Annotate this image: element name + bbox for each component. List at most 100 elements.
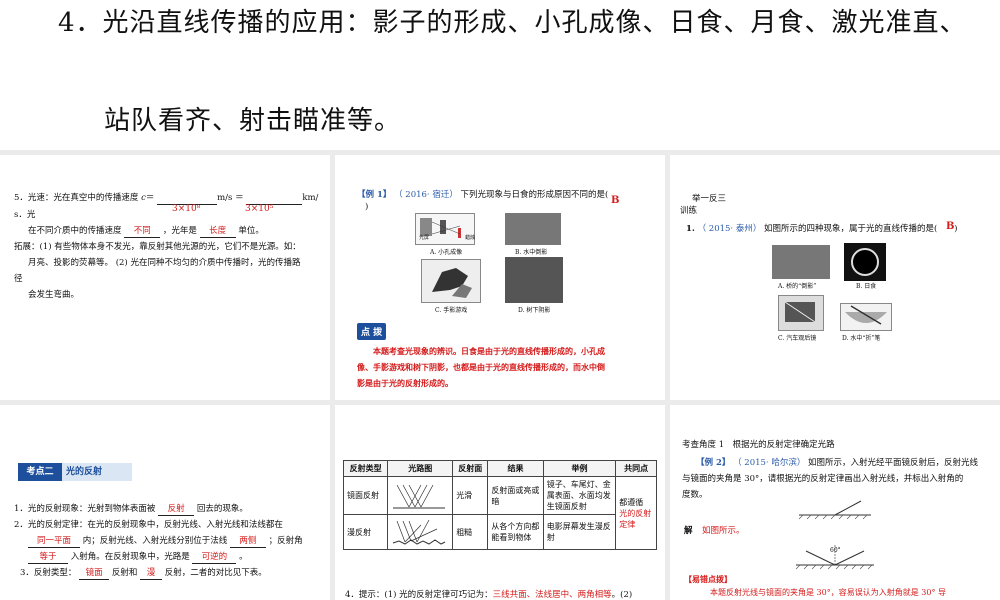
tip-text: 4．提示：(1) 光的反射定律可巧记为：	[345, 590, 493, 600]
cell-surface: 粗糙	[452, 514, 489, 550]
example-question: 下列光现象与日食的形成原因不同的是(	[460, 190, 609, 200]
cell-example: 镜子、车尾灯、金属表面、水面均发生镜面反射	[542, 476, 617, 515]
cell-result: 反射面或亮或暗	[487, 476, 544, 515]
example-1-answer: B	[611, 195, 620, 206]
common-mistake-label: 【易错点拨】	[684, 574, 732, 584]
table-row: 漫反射 粗糙 从各个方向都能看到物体 电影屏幕发生漫反射	[342, 514, 657, 550]
question-text: 如图所示的四种现象，属于光的直线传播的是(	[764, 224, 938, 234]
reflection-law-line: 2．光的反射定律：在光的反射现象中，反射光线、入射光线和法线都在	[14, 520, 283, 530]
practice-question: 1. （ 2015· 泰州） 如图所示的四种现象，属于光的直线传播的是( )	[686, 223, 957, 235]
col-header: 光路图	[387, 460, 454, 477]
answer-diffuse: 漫	[140, 567, 163, 580]
practice-caption-d: D. 水中“折”笔	[842, 335, 881, 342]
tip-end: 。(2)	[611, 590, 633, 600]
reflection-law-line-2: 同一平面 内；反射光线、入射光线分别位于法线 两侧 ；反射角	[28, 535, 303, 548]
law-text-a: 内；反射光线、入射光线分别位于法线	[82, 536, 228, 546]
reflection-comparison-table: 反射类型 光路图 反射面 结果 举例 共同点 镜面反射 光滑 反射面或亮或暗 镜…	[342, 460, 657, 550]
solution-label: 解	[684, 526, 693, 536]
medium-line: 在不同介质中的传播速度 不同 ，光年是 长度 单位。	[28, 225, 264, 238]
example-2-label: 【例 2】	[696, 458, 731, 468]
specular-ray-diagram	[393, 484, 446, 508]
table-row: 镜面反射 光滑 反射面或亮或暗 镜子、车尾灯、金属表面、水面均发生镜面反射 都遵…	[342, 476, 657, 550]
cell-type: 漫反射	[342, 514, 389, 550]
law-text-b: ；反射角	[268, 536, 303, 546]
practice-heading: 举一反三	[692, 194, 727, 204]
law-text-c: 入射角。在反射现象中，光路是	[70, 552, 190, 562]
eclipse-image	[844, 243, 886, 281]
cell-common: 都遵循 光的反射定律	[615, 476, 657, 550]
example-close-paren: )	[365, 202, 369, 212]
tip-line-2: 像、手影游戏和树下阴影，也都是由于光的直线传播形成的，而水中倒	[357, 362, 605, 372]
common-answer: 光的反射定律	[619, 508, 652, 529]
reflection-def-line: 1．光的反射现象：光射到物体表面被 反射 回去的现象。	[14, 503, 248, 516]
caption-c: C. 手影游戏	[435, 307, 468, 314]
common-text: 都遵循	[619, 497, 644, 507]
tree-shadow-image	[505, 257, 563, 303]
eclipse-diagram	[851, 248, 879, 276]
question-source: （ 2015· 泰州）	[697, 224, 762, 234]
example-2-source: （ 2015· 哈尔滨）	[733, 458, 806, 468]
slide-thumbnail-5[interactable]: 反射类型 光路图 反射面 结果 举例 共同点 镜面反射 光滑 反射面或亮或暗 镜…	[335, 405, 665, 600]
slide-thumbnail-1[interactable]: 5．光速：光在真空中的传播速度 c＝ m/s ＝ km/ 3×10⁸ 3×10⁵…	[0, 155, 330, 400]
slide-thumbnail-3[interactable]: 举一反三 训练 1. （ 2015· 泰州） 如图所示的四种现象，属于光的直线传…	[670, 155, 1000, 400]
topic-header: 考点二 光的反射	[18, 463, 132, 481]
topic-title: 光的反射	[62, 463, 132, 481]
slide-thumbnail-4[interactable]: 考点二 光的反射 1．光的反射现象：光射到物体表面被 反射 回去的现象。 2．光…	[0, 405, 330, 600]
answer-speed-ms: 3×10⁸	[172, 204, 201, 214]
types-text-c: 反射，二者的对比见下表。	[164, 568, 267, 578]
cell-diagram	[387, 476, 454, 515]
example-2-line-2: 与镜面的夹角是 30°，请根据光的反射定律画出入射光线，并标出入射角的	[682, 474, 964, 484]
solution-text: 如图所示。	[702, 526, 745, 536]
practice-heading-2: 训练	[680, 206, 698, 216]
reflection-types-line: 3．反射类型： 镜面 反射和 漫 反射，二者的对比见下表。	[20, 567, 267, 580]
answer-speed-kms: 3×10⁵	[245, 204, 274, 214]
cell-surface: 光滑	[452, 476, 489, 515]
answer-specular: 镜面	[79, 567, 110, 580]
bridge-image	[772, 245, 830, 279]
light-year-text: ，光年是	[162, 226, 197, 236]
col-header: 共同点	[615, 460, 657, 477]
common-mistake-text: 本题反射光线与镜面的夹角是 30°，容易误认为入射角就是 30° 导	[710, 588, 946, 597]
tip-line: 4．提示：(1) 光的反射定律可巧记为：三线共面、法线居中、两角相等。(2)	[345, 589, 632, 600]
speed-line-cont: s．光	[14, 210, 36, 220]
question-number: 1.	[686, 224, 695, 234]
unit-ms: m/s ＝	[217, 193, 244, 203]
angle-label: 60°	[830, 547, 841, 554]
extension-line-2: 月亮、投影的荧幕等。 (2) 光在同种不均匀的介质中传播时，光的传播路	[28, 258, 301, 268]
example-label: 【例 1】	[357, 190, 392, 200]
col-header: 举例	[542, 460, 617, 477]
extension-line-1: 拓展：(1) 有些物体本身不发光，靠反射其他光源的光，它们不是光源。如：	[14, 242, 301, 252]
topic-number: 考点二	[18, 463, 62, 481]
slide-text-line-1: 4．光沿直线传播的应用：影子的形成、小孔成像、日食、月食、激光准直、	[58, 8, 967, 38]
example-2-line: 【例 2】 （ 2015· 哈尔滨） 如图所示，入射光经平面镜反射后，反射光线	[696, 457, 978, 469]
cell-example: 电影屏幕发生漫反射	[542, 514, 617, 550]
reflection-def-end: 回去的现象。	[196, 504, 248, 514]
example-2-line-3: 度数。	[682, 490, 708, 500]
slide-text-line-2: 站队看齐、射击瞄准等。	[104, 106, 402, 136]
practice-caption-c: C. 汽车观后镜	[778, 335, 817, 342]
cell-type: 镜面反射	[342, 476, 389, 515]
slide-thumbnail-2[interactable]: 【例 1】 （ 2016· 宿迁） 下列光现象与日食的形成原因不同的是( ) B…	[335, 155, 665, 400]
hand-shadow-image	[421, 259, 481, 303]
answer-length: 长度	[199, 225, 236, 238]
practice-answer: B	[946, 221, 955, 232]
tip-line-1: 本题考查光现象的辨识。日食是由于光的直线传播形成的，小孔成	[373, 346, 605, 356]
medium-text: 在不同介质中的传播速度	[28, 226, 122, 236]
slide-thumbnail-6[interactable]: 考查角度 1 根据光的反射定律确定光路 【例 2】 （ 2015· 哈尔滨） 如…	[670, 405, 1000, 600]
unit-kms: km/	[302, 193, 319, 203]
answer-reversible: 可逆的	[192, 551, 237, 564]
caption-a: A. 小孔成像	[430, 249, 463, 256]
cell-diagram	[387, 514, 454, 550]
col-header: 反射类型	[342, 460, 389, 477]
hand-shadow-diagram	[432, 268, 472, 298]
practice-caption-b: B. 日食	[856, 283, 877, 290]
caption-d: D. 树下阴影	[518, 307, 551, 314]
answer-both-sides: 两侧	[229, 535, 266, 548]
rearview-diagram	[784, 301, 816, 323]
example-source: （ 2016· 宿迁）	[394, 190, 458, 200]
bowl-diagram	[845, 305, 887, 325]
angle-heading: 考查角度 1 根据光的反射定律确定光路	[682, 440, 835, 450]
example-1-line: 【例 1】 （ 2016· 宿迁） 下列光现象与日食的形成原因不同的是(	[357, 189, 608, 201]
diffuse-ray-diagram	[393, 519, 446, 545]
question-close-paren: )	[954, 224, 958, 234]
